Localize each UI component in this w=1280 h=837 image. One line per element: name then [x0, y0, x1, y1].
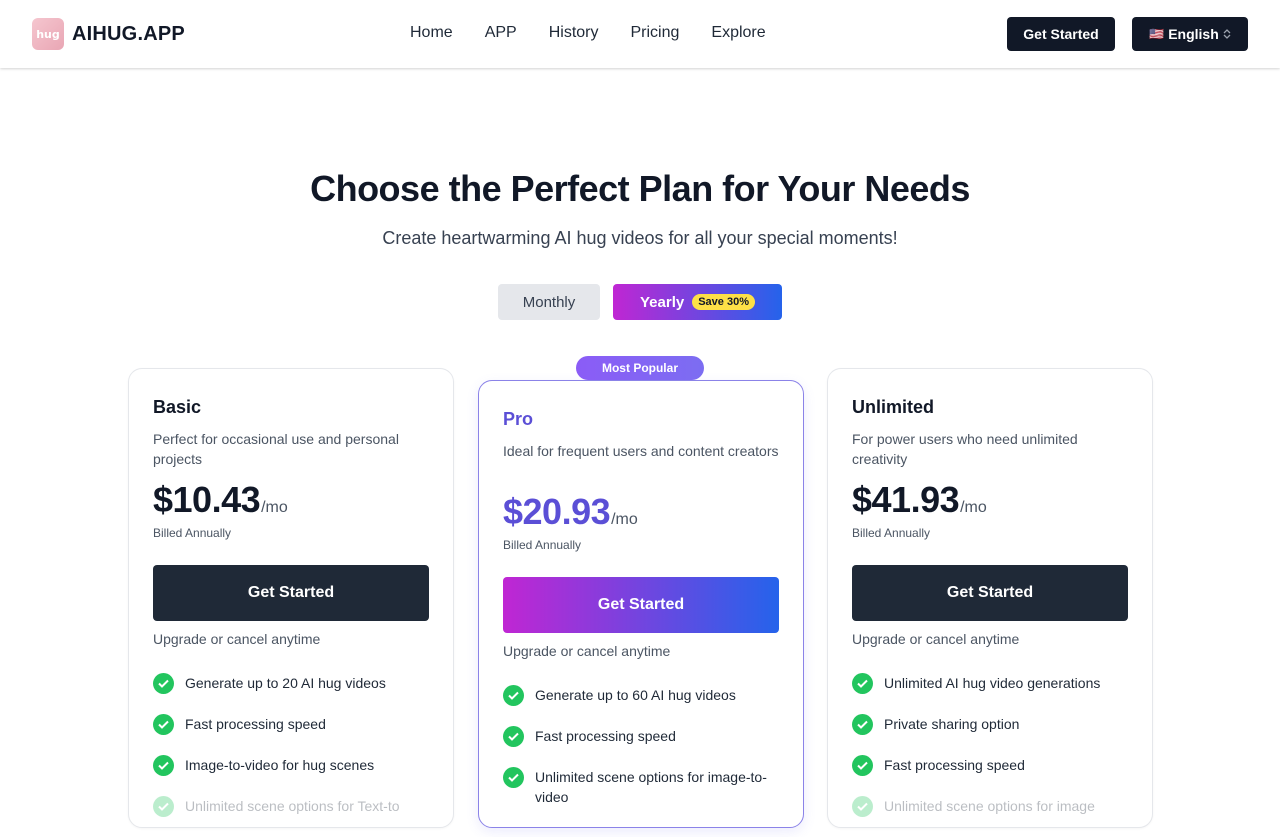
plan-name: Basic: [153, 397, 202, 417]
feature-item: Private sharing option: [852, 714, 1132, 735]
billing-note: Billed Annually: [153, 526, 232, 540]
feature-text: Private sharing option: [884, 716, 1020, 732]
feature-item: Unlimited scene options for image: [852, 796, 1132, 817]
cancel-note: Upgrade or cancel anytime: [503, 643, 671, 659]
cancel-note: Upgrade or cancel anytime: [852, 631, 1020, 647]
chevron-updown-icon: [1223, 29, 1231, 39]
nav-home[interactable]: Home: [410, 24, 453, 42]
feature-text: Fast processing speed: [535, 728, 676, 744]
check-icon: [153, 714, 174, 735]
plan-card-pro: Pro Ideal for frequent users and content…: [478, 380, 804, 828]
plan-description: Ideal for frequent users and content cre…: [503, 443, 779, 459]
feature-item: Generate up to 20 AI hug videos: [153, 673, 433, 694]
main-nav: Home APP History Pricing Explore: [410, 24, 798, 42]
basic-get-started-button[interactable]: Get Started: [153, 565, 429, 621]
header-get-started-button[interactable]: Get Started: [1007, 17, 1115, 51]
check-icon: [153, 673, 174, 694]
feature-item: Fast processing speed: [503, 726, 783, 747]
page-title: Choose the Perfect Plan for Your Needs: [310, 168, 970, 209]
plan-card-basic: Basic Perfect for occasional use and per…: [128, 368, 454, 828]
price-row: $20.93 /mo: [503, 491, 638, 533]
feature-item: Generate up to 60 AI hug videos: [503, 685, 783, 706]
check-icon: [503, 685, 524, 706]
price-period: /mo: [611, 511, 638, 528]
plan-price: $20.93: [503, 491, 611, 532]
check-icon: [852, 796, 873, 817]
check-icon: [852, 673, 873, 694]
feature-list: Unlimited AI hug video generations Priva…: [852, 673, 1132, 837]
logo-text: hug: [36, 27, 60, 41]
site-header: hug AIHUG.APP Home APP History Pricing E…: [0, 0, 1280, 68]
feature-text: Generate up to 20 AI hug videos: [185, 675, 386, 691]
plan-price: $10.43: [153, 479, 261, 520]
nav-history[interactable]: History: [549, 24, 599, 42]
yearly-toggle[interactable]: Yearly Save 30%: [613, 284, 782, 320]
nav-app[interactable]: APP: [485, 24, 517, 42]
feature-item: Fast processing speed: [153, 714, 433, 735]
check-icon: [153, 755, 174, 776]
language-selector[interactable]: 🇺🇸 English: [1132, 17, 1248, 51]
feature-text: Unlimited scene options for image: [884, 798, 1095, 814]
price-period: /mo: [960, 499, 987, 516]
most-popular-badge: Most Popular: [576, 356, 704, 380]
logo-icon: hug: [32, 18, 64, 50]
feature-text: Generate up to 60 AI hug videos: [535, 687, 736, 703]
us-flag-icon: 🇺🇸: [1149, 27, 1165, 41]
monthly-toggle[interactable]: Monthly: [498, 284, 600, 320]
feature-list: Generate up to 60 AI hug videos Fast pro…: [503, 685, 783, 827]
feature-item: Fast processing speed: [852, 755, 1132, 776]
yearly-label: Yearly: [640, 293, 685, 311]
feature-item: Unlimited AI hug video generations: [852, 673, 1132, 694]
feature-text: Fast processing speed: [884, 757, 1025, 773]
plan-description: For power users who need unlimited creat…: [852, 431, 1078, 467]
plan-card-unlimited: Unlimited For power users who need unlim…: [827, 368, 1153, 828]
price-row: $10.43 /mo: [153, 479, 288, 521]
feature-list: Generate up to 20 AI hug videos Fast pro…: [153, 673, 433, 837]
unlimited-get-started-button[interactable]: Get Started: [852, 565, 1128, 621]
feature-item: Image-to-video for hug scenes: [153, 755, 433, 776]
cancel-note: Upgrade or cancel anytime: [153, 631, 321, 647]
brand-name: AIHUG.APP: [72, 22, 185, 45]
check-icon: [852, 714, 873, 735]
check-icon: [503, 767, 524, 788]
check-icon: [503, 726, 524, 747]
billing-note: Billed Annually: [503, 538, 582, 552]
language-label: English: [1168, 26, 1219, 42]
price-period: /mo: [261, 499, 288, 516]
check-icon: [153, 796, 174, 817]
feature-text: Unlimited AI hug video generations: [884, 675, 1101, 691]
price-row: $41.93 /mo: [852, 479, 987, 521]
plan-description: Perfect for occasional use and personal …: [153, 431, 399, 467]
feature-text: Fast processing speed: [185, 716, 326, 732]
feature-text: Image-to-video for hug scenes: [185, 757, 375, 773]
plan-price: $41.93: [852, 479, 960, 520]
page-subtitle: Create heartwarming AI hug videos for al…: [382, 228, 898, 248]
pro-get-started-button[interactable]: Get Started: [503, 577, 779, 633]
feature-item: Unlimited scene options for Text-to: [153, 796, 433, 817]
feature-text: Unlimited scene options for Text-to: [185, 798, 400, 814]
feature-item: Unlimited scene options for image-to-vid…: [503, 767, 783, 807]
nav-pricing[interactable]: Pricing: [630, 24, 679, 42]
save-badge: Save 30%: [692, 294, 755, 310]
feature-text: Unlimited scene options for image-to-vid…: [535, 769, 767, 805]
plan-name: Unlimited: [852, 397, 935, 417]
nav-explore[interactable]: Explore: [711, 24, 765, 42]
billing-note: Billed Annually: [852, 526, 931, 540]
brand[interactable]: hug AIHUG.APP: [32, 18, 185, 50]
plan-name: Pro: [503, 409, 534, 429]
check-icon: [852, 755, 873, 776]
